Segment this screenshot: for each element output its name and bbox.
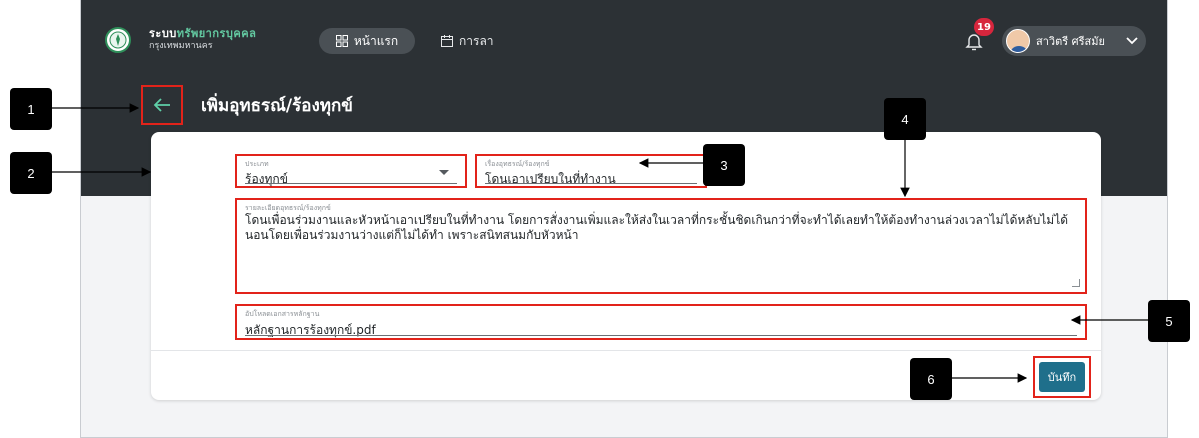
type-label: ประเภท (245, 160, 269, 168)
avatar (1006, 29, 1030, 53)
subject-value: โดนเอาเปรียบในที่ทำงาน (485, 172, 616, 186)
callout-6: 6 (910, 358, 952, 400)
brand-title: ระบบทรัพยากรบุคคล (149, 27, 256, 40)
type-select[interactable]: ประเภท ร้องทุกข์ (235, 154, 467, 188)
callout-4: 4 (884, 98, 926, 140)
top-navigation-bar: ระบบทรัพยากรบุคคล กรุงเทพมหานคร หน้าแรก … (81, 0, 1167, 80)
callout-2: 2 (10, 152, 52, 194)
type-underline (245, 183, 457, 184)
form-card: ประเภท ร้องทุกข์ เรื่องอุทธรณ์/ร้องทุกข์… (151, 132, 1101, 400)
save-highlight: บันทึก (1033, 356, 1091, 398)
user-menu[interactable]: สาวิตรี ศรีสมัย (1002, 26, 1146, 56)
upload-underline (245, 335, 1077, 336)
nav-leave-label: การลา (459, 33, 494, 48)
caret-down-icon (439, 170, 449, 175)
upload-filename: หลักฐานการร้องทุกข์.pdf (245, 323, 376, 337)
app-window: ระบบทรัพยากรบุคคล กรุงเทพมหานคร หน้าแรก … (80, 0, 1168, 438)
bma-logo-icon (105, 27, 131, 53)
user-name: สาวิตรี ศรีสมัย (1036, 35, 1105, 48)
dashboard-icon (335, 35, 348, 47)
calendar-icon (441, 35, 453, 47)
nav-home-label: หน้าแรก (353, 33, 399, 48)
nav-leave-link[interactable]: การลา (441, 28, 494, 54)
brand-accent: ทรัพยากรบุคคล (176, 27, 257, 40)
subject-label: เรื่องอุทธรณ์/ร้องทุกข์ (485, 160, 550, 168)
back-arrow-icon[interactable] (141, 85, 183, 125)
notification-badge: 19 (974, 18, 994, 36)
brand-prefix: ระบบ (149, 27, 177, 40)
callout-1: 1 (10, 88, 52, 130)
detail-textarea[interactable]: รายละเอียดอุทธรณ์/ร้องทุกข์ โดนเพื่อนร่ว… (235, 198, 1087, 294)
callout-5: 5 (1148, 300, 1190, 342)
save-button[interactable]: บันทึก (1039, 362, 1085, 392)
resize-handle-icon[interactable] (1072, 279, 1080, 287)
chevron-down-icon (1126, 37, 1138, 45)
detail-value: โดนเพื่อนร่วมงานและหัวหน้าเอาเปรียบในที่… (245, 213, 1069, 242)
brand-subtitle: กรุงเทพมหานคร (149, 41, 213, 51)
upload-label: อัปโหลดเอกสารหลักฐาน (245, 310, 320, 318)
page-title: เพิ่มอุทธรณ์/ร้องทุกข์ (201, 96, 353, 116)
callout-3: 3 (703, 144, 745, 186)
subject-underline (485, 183, 697, 184)
brand: ระบบทรัพยากรบุคคล กรุงเทพมหานคร (149, 27, 256, 52)
upload-field[interactable]: อัปโหลดเอกสารหลักฐาน หลักฐานการร้องทุกข์… (235, 304, 1087, 340)
type-value: ร้องทุกข์ (245, 172, 288, 186)
subject-input[interactable]: เรื่องอุทธรณ์/ร้องทุกข์ โดนเอาเปรียบในที… (475, 154, 707, 188)
card-divider (151, 350, 1101, 351)
nav-home-button[interactable]: หน้าแรก (319, 28, 415, 54)
